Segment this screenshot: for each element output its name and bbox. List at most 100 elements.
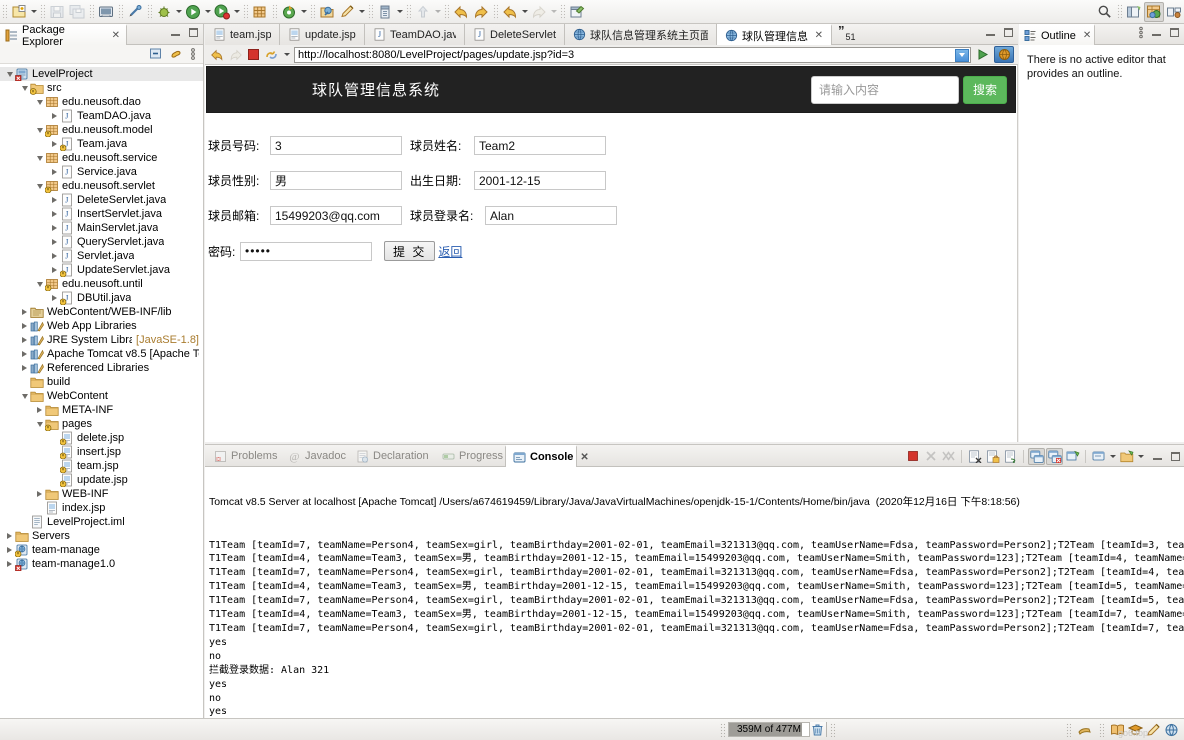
show-console-stdout-icon[interactable] — [1028, 448, 1045, 465]
tree-item-team.java[interactable]: JTeam.java — [0, 137, 203, 151]
terminate-icon[interactable] — [904, 448, 921, 465]
tree-item-edu.neusoft.service[interactable]: edu.neusoft.service — [0, 151, 203, 165]
tree-item-edu.neusoft.servlet[interactable]: edu.neusoft.servlet — [0, 179, 203, 193]
player-gender-input[interactable]: 男 — [270, 171, 402, 190]
tree-twisty-closed[interactable] — [49, 263, 60, 277]
tree-twisty-closed[interactable] — [49, 109, 60, 123]
tree-twisty-open[interactable] — [34, 417, 45, 431]
print-icon[interactable] — [96, 2, 116, 22]
open-perspective-icon[interactable] — [1124, 2, 1144, 22]
remove-launch-icon[interactable] — [922, 448, 939, 465]
tree-twisty-open[interactable] — [34, 179, 45, 193]
tree-item-jre-system-library[interactable]: JRE System Library[JavaSE-1.8] — [0, 333, 203, 347]
perspective-dropdown-arrow[interactable] — [395, 2, 404, 22]
new-wizard-dropdown-arrow[interactable] — [29, 2, 38, 22]
tree-twisty-closed[interactable] — [19, 333, 30, 347]
tab-outline[interactable]: Outline ✕ — [1019, 24, 1095, 45]
tree-item-team-manage1.0[interactable]: team-manage1.0 — [0, 557, 203, 571]
next-edit-dropdown-arrow[interactable] — [549, 2, 558, 22]
new-package-icon[interactable] — [250, 2, 270, 22]
maximize-icon[interactable] — [1002, 26, 1015, 39]
tree-twisty-closed[interactable] — [49, 249, 60, 263]
run-dropdown-arrow[interactable] — [203, 2, 212, 22]
tree-item-update.jsp[interactable]: update.jsp — [0, 473, 203, 487]
search-input[interactable]: 请输入内容 — [811, 76, 959, 104]
tree-twisty-closed[interactable] — [19, 305, 30, 319]
prev-edit-icon[interactable] — [500, 2, 520, 22]
tree-item-webcontent-web-inf-lib[interactable]: WebContent/WEB-INF/lib — [0, 305, 203, 319]
search-button[interactable]: 搜索 — [963, 76, 1007, 104]
annotation-icon[interactable] — [413, 2, 433, 22]
java-ee-perspective-icon[interactable] — [1144, 2, 1164, 22]
tree-twisty-closed[interactable] — [49, 207, 60, 221]
toolbar-grip-10[interactable] — [406, 4, 411, 20]
tree-item-queryservlet.java[interactable]: JQueryServlet.java — [0, 235, 203, 249]
tree-item-index.jsp[interactable]: index.jsp — [0, 501, 203, 515]
console-tab-console[interactable]: Console✕ — [505, 445, 577, 467]
close-icon[interactable]: ✕ — [580, 452, 588, 463]
toolbar-grip-13[interactable] — [560, 4, 565, 20]
maximize-icon[interactable] — [187, 26, 200, 39]
view-menu-icon[interactable] — [1137, 26, 1145, 39]
toolbar-grip-3[interactable] — [89, 4, 94, 20]
tree-item-meta-inf[interactable]: META-INF — [0, 403, 203, 417]
new-editor-icon[interactable] — [567, 2, 587, 22]
toolbar-grip-8[interactable] — [310, 4, 315, 20]
console-tab-javadoc[interactable]: @Javadoc — [281, 445, 349, 467]
annotation-dropdown-arrow[interactable] — [433, 2, 442, 22]
maximize-icon[interactable] — [1168, 26, 1181, 39]
new-wizard-icon[interactable] — [9, 2, 29, 22]
tree-twisty-open[interactable] — [34, 151, 45, 165]
quick-access-search-icon[interactable] — [1093, 2, 1115, 22]
run-server-icon[interactable] — [212, 2, 232, 22]
link-editor-icon[interactable] — [125, 2, 145, 22]
toolbar-grip-11[interactable] — [444, 4, 449, 20]
player-number-input[interactable]: 3 — [270, 136, 402, 155]
tree-item-dbutil.java[interactable]: JDBUtil.java — [0, 291, 203, 305]
close-icon[interactable]: ✕ — [112, 30, 120, 41]
run-icon[interactable] — [183, 2, 203, 22]
browser-url-input[interactable]: http://localhost:8080/LevelProject/pages… — [294, 47, 971, 63]
open-console-dropdown-arrow[interactable] — [1136, 448, 1145, 465]
minimize-icon[interactable] — [1150, 26, 1163, 39]
player-username-input[interactable]: Alan — [485, 206, 617, 225]
tab-package-explorer[interactable]: Package Explorer ✕ — [0, 24, 127, 45]
tree-item-build[interactable]: build — [0, 375, 203, 389]
open-type-icon[interactable] — [317, 2, 337, 22]
tree-item-levelproject.iml[interactable]: LevelProject.iml — [0, 515, 203, 529]
refresh-icon[interactable] — [264, 48, 279, 62]
tree-item-webcontent[interactable]: WebContent — [0, 389, 203, 403]
forward-icon[interactable] — [471, 2, 491, 22]
maximize-icon[interactable] — [1169, 450, 1182, 463]
pencil-icon[interactable] — [1146, 723, 1161, 737]
tree-item-updateservlet.java[interactable]: JUpdateServlet.java — [0, 263, 203, 277]
word-wrap-icon[interactable] — [1002, 448, 1019, 465]
player-name-input[interactable]: Team2 — [474, 136, 606, 155]
debug-dropdown-arrow[interactable] — [174, 2, 183, 22]
lock-scroll-icon[interactable] — [984, 448, 1001, 465]
submit-button[interactable]: 提 交 — [384, 241, 435, 261]
tree-twisty-closed[interactable] — [49, 291, 60, 305]
editor-tab-deleteservlet.j[interactable]: JDeleteServlet.j — [465, 24, 565, 45]
toolbar-grip-4[interactable] — [118, 4, 123, 20]
editor-tab-update.jsp[interactable]: update.jsp — [280, 24, 365, 45]
java-perspective-icon[interactable] — [1164, 2, 1184, 22]
url-history-dropdown-icon[interactable] — [955, 49, 969, 62]
close-icon[interactable]: ✕ — [815, 30, 823, 41]
tree-item-apache-tomcat-v8.5-apache-tomca[interactable]: Apache Tomcat v8.5 [Apache Tomca — [0, 347, 203, 361]
editor-tab--[interactable]: 球队信息管理系统主页面 — [565, 24, 717, 45]
editor-tab-team.jsp[interactable]: team.jsp — [205, 24, 280, 45]
open-console-icon[interactable] — [1118, 448, 1135, 465]
tree-twisty-closed[interactable] — [49, 137, 60, 151]
tree-twisty-open[interactable] — [34, 277, 45, 291]
tree-item-servers[interactable]: Servers — [0, 529, 203, 543]
tree-twisty-closed[interactable] — [4, 529, 15, 543]
tree-item-pages[interactable]: pages — [0, 417, 203, 431]
player-password-input[interactable]: ••••• — [240, 242, 372, 261]
toolbar-grip-12[interactable] — [493, 4, 498, 20]
save-icon[interactable] — [47, 2, 67, 22]
toolbar-grip-7[interactable] — [272, 4, 277, 20]
tree-item-src[interactable]: src — [0, 81, 203, 95]
tree-twisty-closed[interactable] — [49, 193, 60, 207]
minimize-icon[interactable] — [1151, 450, 1164, 463]
